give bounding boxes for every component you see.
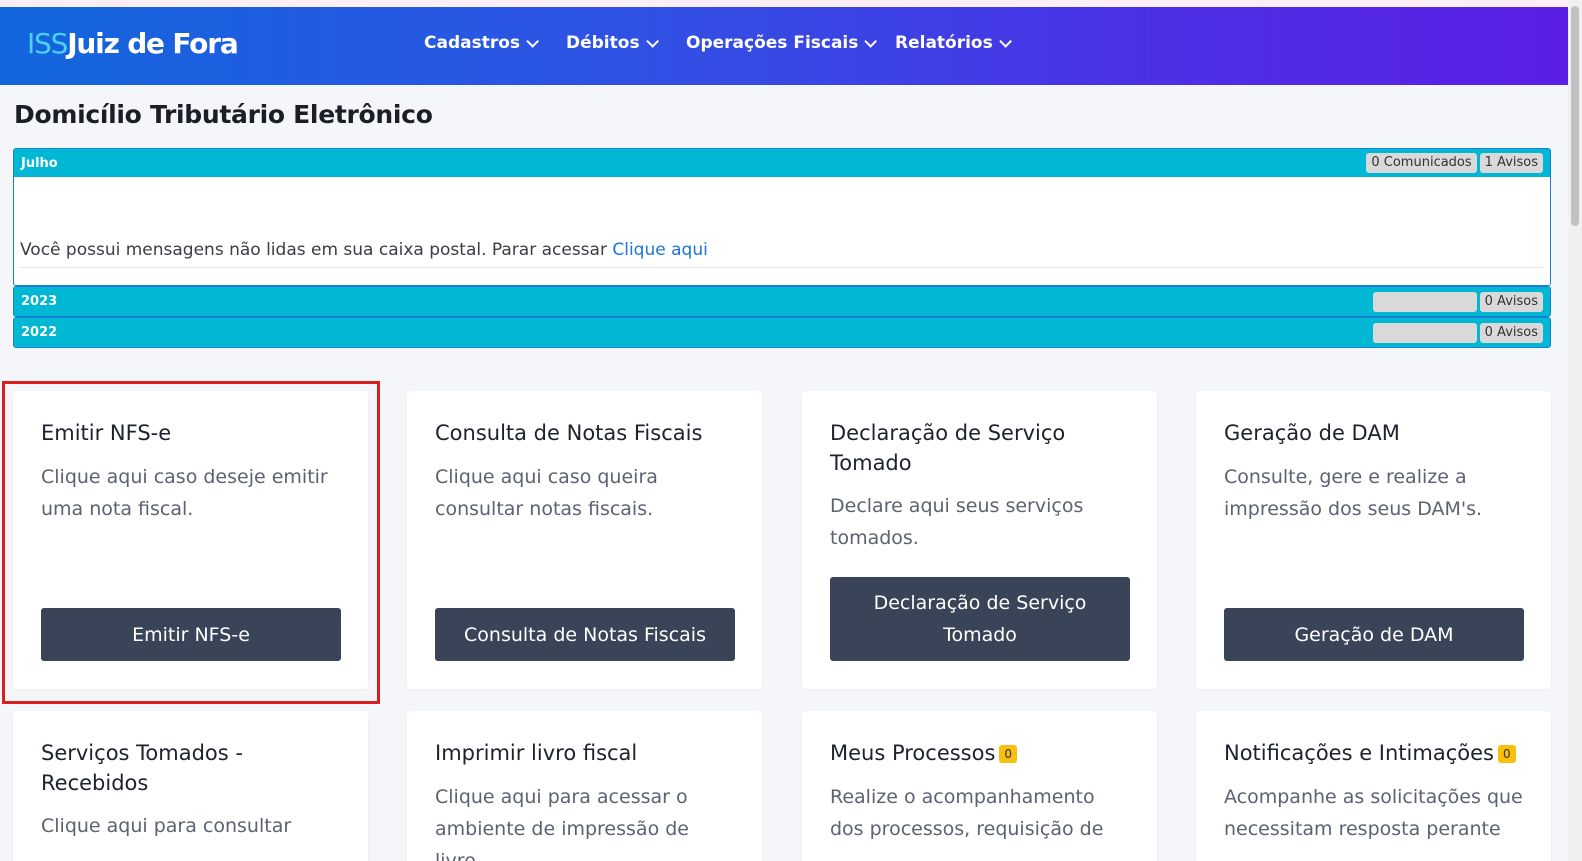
card-meus-processos: Meus Processos 0 Realize o acompanhamento… [802,711,1157,861]
card-description: Clique aqui caso queira consultar notas … [435,466,658,520]
card-title: Meus Processos [830,741,996,765]
nav-debitos[interactable]: Débitos [566,33,659,53]
nav-relatorios[interactable]: Relatórios [895,33,1012,53]
panel-header-2022[interactable]: 2022 0 Avisos [14,318,1550,347]
scrollbar-thumb[interactable] [1571,6,1579,226]
chevron-down-icon [864,34,878,48]
nav-operacoes-fiscais[interactable]: Operações Fiscais [686,33,878,53]
brand-logo[interactable]: ISSJuiz de Fora [27,27,239,60]
chevron-down-icon [998,34,1012,48]
card-description: Clique aqui para consultar [41,815,292,837]
card-description: Consulte, gere e realize a impressão dos… [1224,466,1483,520]
card-servicos-tomados: Serviços Tomados - Recebidos Clique aqui… [13,711,368,861]
card-notificacoes: Notificações e Intimações 0 Acompanhe as … [1196,711,1551,861]
panel-badges: 0 Comunicados 1 Avisos [1366,153,1543,173]
divider [20,267,1544,268]
notificacoes-count-badge: 0 [1497,745,1516,763]
nav-relatorios-label: Relatórios [895,33,993,53]
card-geracao-dam: Geração de DAM Consulte, gere e realize … [1196,391,1551,689]
card-description: Realize o acompanhamento dos processos, … [830,786,1104,840]
panel-badges: 0 Avisos [1372,322,1543,343]
card-consulta-notas: Consulta de Notas Fiscais Clique aqui ca… [407,391,762,689]
comunicados-badge [1372,322,1477,343]
card-description: Acompanhe as solicitações que necessitam… [1224,786,1523,840]
card-title: Imprimir livro fiscal [435,741,638,765]
page-scrollbar[interactable] [1568,0,1582,861]
comunicados-badge: 0 Comunicados [1366,153,1477,173]
brand-name: Juiz de Fora [67,27,239,60]
chevron-down-icon [645,34,659,48]
chevron-down-icon [526,34,540,48]
nav-cadastros-label: Cadastros [424,33,521,53]
consulta-notas-button[interactable]: Consulta de Notas Fiscais [435,608,735,661]
dte-panel-julho: Julho 0 Comunicados 1 Avisos Você possui… [13,148,1551,286]
highlight-box [2,381,380,704]
unread-message: Você possui mensagens não lidas em sua c… [20,240,708,260]
card-title: Serviços Tomados - Recebidos [41,741,243,795]
nav-cadastros[interactable]: Cadastros [424,33,540,53]
declaracao-servico-button[interactable]: Declaração de Serviço Tomado [830,577,1130,661]
panel-badges: 0 Avisos [1372,291,1543,312]
processos-count-badge: 0 [999,745,1018,763]
card-title: Declaração de Serviço Tomado [830,421,1066,475]
avisos-badge: 0 Avisos [1479,291,1543,312]
card-imprimir-livro: Imprimir livro fiscal Clique aqui para a… [407,711,762,861]
panel-title: Julho [21,155,58,171]
panel-header-julho[interactable]: Julho 0 Comunicados 1 Avisos [14,149,1550,177]
top-accent-line [0,0,1582,7]
top-navbar: ISSJuiz de Fora Cadastros Débitos Operaç… [0,7,1568,85]
brand-prefix: ISS [27,27,68,60]
mailbox-link[interactable]: Clique aqui [612,240,707,260]
panel-title: 2023 [21,294,58,309]
card-description: Declare aqui seus serviços tomados. [830,495,1084,549]
card-title-wrap: Meus Processos 0 [830,738,1130,768]
card-title: Consulta de Notas Fiscais [435,421,703,445]
unread-message-text: Você possui mensagens não lidas em sua c… [20,240,613,260]
comunicados-badge [1372,291,1477,312]
panel-body-julho: Você possui mensagens não lidas em sua c… [14,177,1550,285]
geracao-dam-button[interactable]: Geração de DAM [1224,608,1524,661]
avisos-badge: 1 Avisos [1479,153,1543,173]
card-description: Clique aqui para acessar o ambiente de i… [435,786,689,861]
avisos-badge: 0 Avisos [1479,322,1543,343]
card-title: Geração de DAM [1224,421,1400,445]
dte-panel-2023: 2023 0 Avisos [13,286,1551,317]
card-title: Notificações e Intimações [1224,741,1494,765]
card-declaracao-servico: Declaração de Serviço Tomado Declare aqu… [802,391,1157,689]
page-title: Domicílio Tributário Eletrônico [14,100,433,129]
dte-panel-2022: 2022 0 Avisos [13,317,1551,348]
nav-debitos-label: Débitos [566,33,640,53]
panel-title: 2022 [21,325,58,340]
nav-operacoes-label: Operações Fiscais [686,33,859,53]
panel-header-2023[interactable]: 2023 0 Avisos [14,287,1550,316]
card-title-wrap: Notificações e Intimações 0 [1224,738,1544,768]
